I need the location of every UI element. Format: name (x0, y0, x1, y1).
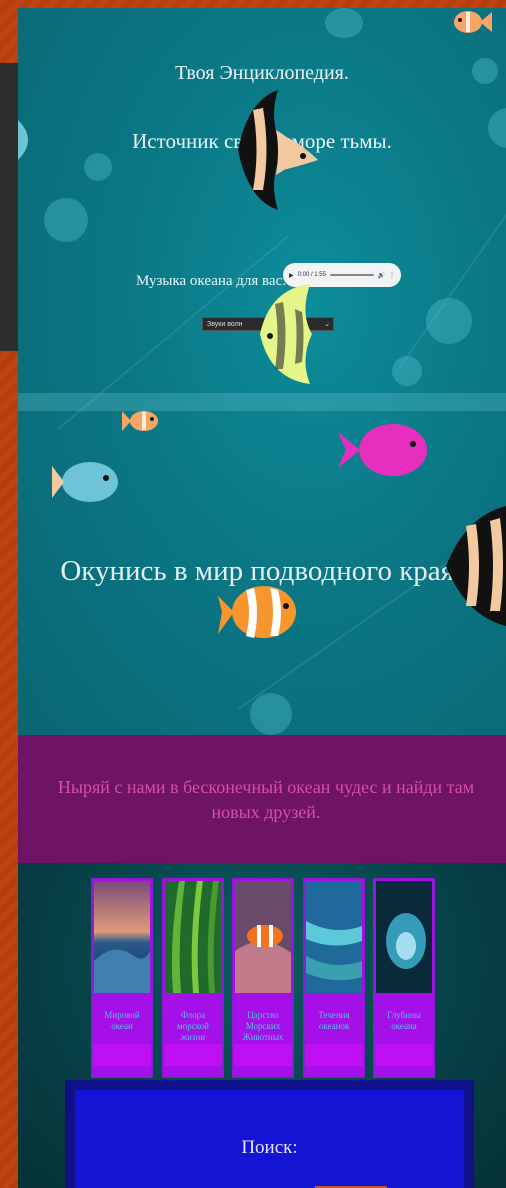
bubble (250, 693, 292, 735)
card-label: Глубины океана (387, 1010, 421, 1031)
audio-progress[interactable] (329, 274, 374, 276)
card-bar (164, 1044, 222, 1066)
reef-aerial-image (306, 881, 362, 993)
card-bar (305, 1044, 363, 1066)
clownfish-image (235, 881, 291, 993)
page-title: Твоя Энциклопедия. (175, 62, 349, 84)
category-card-depths[interactable]: Глубины океана (373, 878, 435, 1078)
card-bar (93, 1044, 151, 1066)
card-label: Мировой океан (104, 1010, 140, 1031)
orange-fish-icon (454, 11, 492, 33)
sound-select-value: Звуки волн (207, 321, 243, 328)
clownfish-icon (218, 586, 296, 638)
category-card-flora[interactable]: Флора морской жизни (162, 878, 224, 1078)
search-inner: Поиск: Q (75, 1090, 464, 1188)
pink-fish-icon (338, 424, 427, 476)
bubble (44, 198, 88, 242)
page: Твоя Энциклопедия. Источник света в море… (18, 8, 506, 1188)
card-bar (234, 1044, 292, 1066)
underwater-cave-image (376, 881, 432, 993)
card-label: Течения океанов (318, 1010, 350, 1031)
small-orange-fish-icon (122, 411, 158, 431)
bubble (84, 153, 112, 181)
angelfish-black-icon (238, 90, 318, 210)
category-card-ocean[interactable]: Мировой океан (91, 878, 153, 1078)
banner-text: Ныряй с нами в бесконечный океан чудес и… (57, 777, 475, 822)
kelp-image (165, 881, 221, 993)
volume-icon[interactable]: 🔊 (378, 272, 385, 279)
bubble (325, 8, 363, 38)
card-label: Флора морской жизни (177, 1010, 209, 1042)
bubble (392, 356, 422, 386)
card-bar (375, 1044, 433, 1066)
intro-banner: Ныряй с нами в бесконечный океан чудес и… (18, 735, 506, 863)
angelfish-yellow-icon (260, 284, 312, 384)
search-panel: Поиск: Q (65, 1080, 474, 1188)
search-title: Поиск: (241, 1137, 298, 1158)
light-ray (398, 204, 506, 370)
play-icon[interactable]: ▶ (289, 272, 294, 279)
more-options-icon[interactable]: ⋮ (389, 272, 395, 279)
ocean-wave-image (94, 881, 150, 993)
category-card-animals[interactable]: Царство Морских Животных (232, 878, 294, 1078)
teal-fish-icon (18, 120, 28, 160)
blue-fish-icon (52, 462, 118, 502)
audio-time: 0:00 / 1:55 (297, 272, 326, 278)
angelfish-black-edge-icon (446, 506, 506, 626)
ocean-section: Твоя Энциклопедия. Источник света в море… (18, 8, 506, 735)
bubble (426, 298, 472, 344)
card-label: Царство Морских Животных (242, 1010, 284, 1042)
category-card-currents[interactable]: Течения океанов (303, 878, 365, 1078)
